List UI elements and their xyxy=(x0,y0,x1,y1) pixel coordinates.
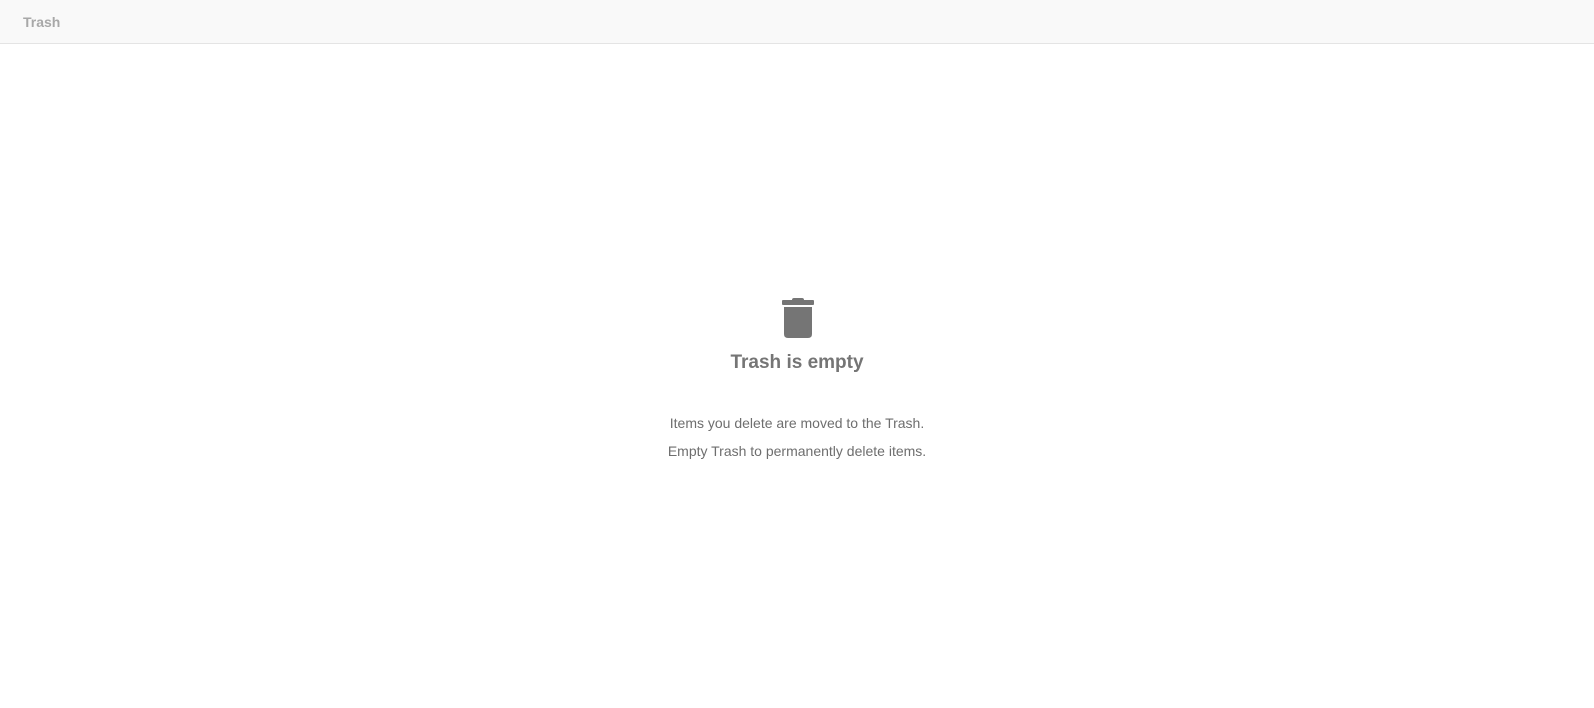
empty-state: Trash is empty Items you delete are move… xyxy=(0,0,1594,708)
empty-state-description-line-2: Empty Trash to permanently delete items. xyxy=(667,443,927,459)
empty-state-title: Trash is empty xyxy=(730,352,864,373)
empty-state-description-line-1: Items you delete are moved to the Trash. xyxy=(669,415,925,431)
trash-icon xyxy=(782,298,814,338)
